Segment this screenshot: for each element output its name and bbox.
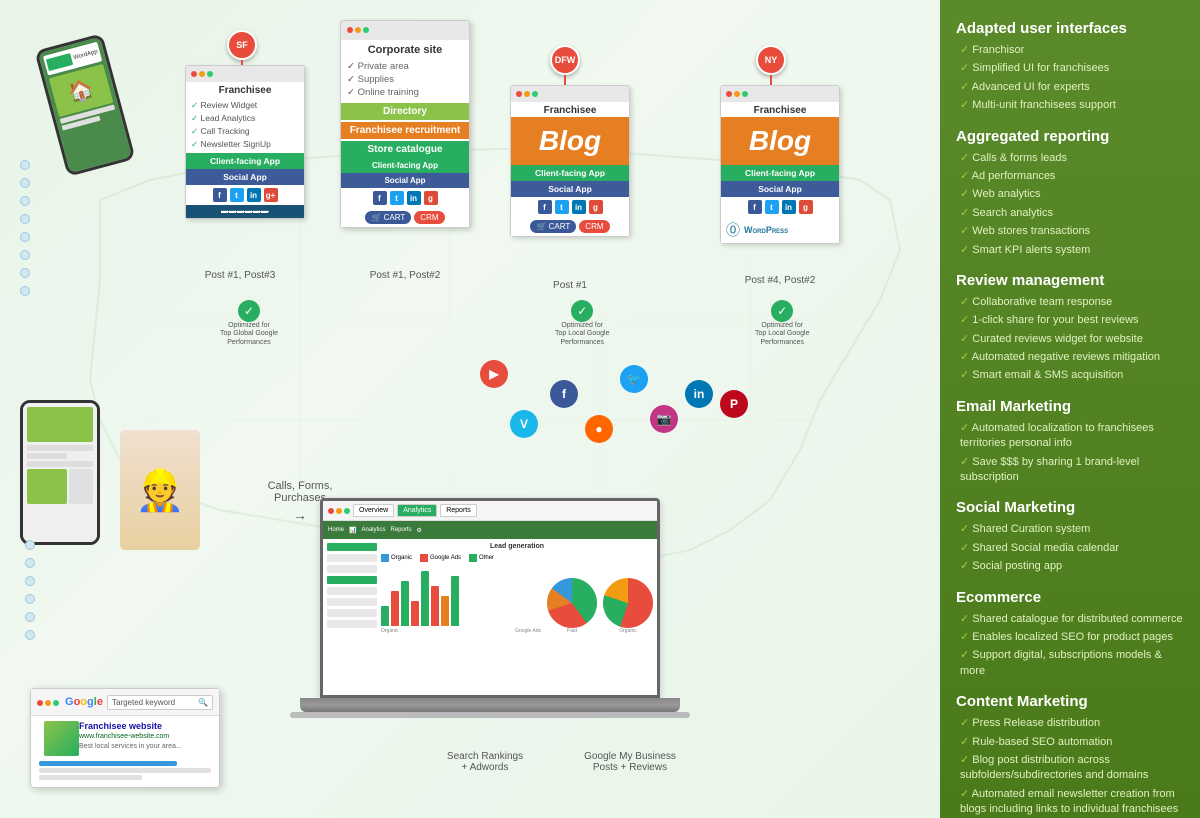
sidebar-item-kpi-alerts: Smart KPI alerts system xyxy=(956,243,1184,258)
twitter-icon: t xyxy=(230,188,244,202)
main-area: WordApp 🏠 xyxy=(0,0,940,818)
ny-franchisee-card: Franchisee Blog Client-facing App Social… xyxy=(720,85,840,244)
facebook-cluster-icon: f xyxy=(550,380,578,408)
phone-left-bottom xyxy=(20,400,100,545)
sf-post-label: Post #1, Post#3 xyxy=(185,270,295,281)
ny-pin: NY xyxy=(756,45,786,75)
corp-twitter-icon: t xyxy=(390,191,404,205)
sidebar-item-simplified-ui: Simplified UI for franchisees xyxy=(956,61,1184,76)
search-rankings-label: Search Rankings+ Adwords xyxy=(430,751,540,773)
sidebar-item-localized-seo: Enables localized SEO for product pages xyxy=(956,630,1184,645)
sidebar-item-calls-forms: Calls & forms leads xyxy=(956,151,1184,166)
sidebar-section-email-marketing: Email Marketing xyxy=(956,398,1184,415)
dfw-franchisee-card: Franchisee Blog Client-facing App Social… xyxy=(510,85,630,237)
ny-linkedin-icon: in xyxy=(782,200,796,214)
googleplus-icon: g+ xyxy=(264,188,278,202)
dots-decoration-left xyxy=(20,160,30,296)
laptop-nav: Home 📊 Analytics Reports ⚙ xyxy=(323,521,657,539)
sidebar-item-1click-share: 1-click share for your best reviews xyxy=(956,313,1184,328)
sidebar-item-ad-perf: Ad performances xyxy=(956,169,1184,184)
sidebar-item-search-analytics: Search analytics xyxy=(956,206,1184,221)
sidebar-item-collab-response: Collaborative team response xyxy=(956,295,1184,310)
sidebar-item-rule-based-seo: Rule-based SEO automation xyxy=(956,735,1184,750)
laptop: Overview Analytics Reports Home 📊 Analyt… xyxy=(320,498,690,718)
sidebar-section-social-marketing: Social Marketing xyxy=(956,499,1184,516)
youtube-icon: ▶ xyxy=(480,360,508,388)
linkedin-icon: in xyxy=(247,188,261,202)
facebook-icon: f xyxy=(213,188,227,202)
laptop-foot xyxy=(290,712,690,718)
dfw-facebook-icon: f xyxy=(538,200,552,214)
sidebar-item-curated-reviews: Curated reviews widget for website xyxy=(956,332,1184,347)
sidebar-item-web-stores: Web stores transactions xyxy=(956,224,1184,239)
dfw-twitter-icon: t xyxy=(555,200,569,214)
dots-decoration-bottom-left xyxy=(25,540,35,640)
sidebar-section-adapted-ui: Adapted user interfaces xyxy=(956,20,1184,37)
laptop-base xyxy=(300,698,680,712)
phone-left-top: WordApp 🏠 xyxy=(50,40,120,170)
laptop-screen: Overview Analytics Reports Home 📊 Analyt… xyxy=(320,498,660,698)
sidebar-item-auto-newsletter: Automated email newsletter creation from… xyxy=(956,787,1184,818)
corporate-card: Corporate site Private area Supplies Onl… xyxy=(340,20,470,228)
dfw-post-label: Post #1 xyxy=(530,280,610,291)
vimeo-icon: V xyxy=(510,410,538,438)
sidebar-item-social-calendar: Shared Social media calendar xyxy=(956,541,1184,556)
sf-franchisee-card: Franchisee Review Widget Lead Analytics … xyxy=(185,65,305,219)
ny-googleplus-icon: g xyxy=(799,200,813,214)
directory-button: Directory xyxy=(341,103,469,120)
dfw-crm-button: CRM xyxy=(579,220,609,233)
ny-twitter-icon: t xyxy=(765,200,779,214)
rss-icon: ● xyxy=(585,415,613,443)
corp-linkedin-icon: in xyxy=(407,191,421,205)
sidebar-item-social-posting: Social posting app xyxy=(956,559,1184,574)
google-my-business-label: Google My BusinessPosts + Reviews xyxy=(570,751,690,773)
sidebar-section-aggregated-reporting: Aggregated reporting xyxy=(956,128,1184,145)
sidebar-section-review-mgmt: Review management xyxy=(956,272,1184,289)
sidebar-item-save-subscription: Save $$$ by sharing 1 brand-level subscr… xyxy=(956,455,1184,486)
twitter-cluster-icon: 🐦 xyxy=(620,365,648,393)
instagram-cluster-icon: 📷 xyxy=(650,405,678,433)
dfw-pin: DFW xyxy=(550,45,580,75)
sidebar-item-digital-support: Support digital, subscriptions models & … xyxy=(956,648,1184,679)
sidebar-item-blog-distribution: Blog post distribution across subfolders… xyxy=(956,753,1184,784)
sidebar-item-sms-acquisition: Smart email & SMS acquisition xyxy=(956,368,1184,383)
store-catalogue-button: Store catalogue xyxy=(341,141,469,158)
worker-figure: 👷 xyxy=(120,430,200,550)
sidebar-section-ecommerce: Ecommerce xyxy=(956,589,1184,606)
laptop-chart-title: Lead generation xyxy=(381,543,653,550)
sidebar-item-press-release: Press Release distribution xyxy=(956,716,1184,731)
sidebar-item-multiunit: Multi-unit franchisees support xyxy=(956,98,1184,113)
sidebar-item-web-analytics: Web analytics xyxy=(956,187,1184,202)
linkedin-cluster-icon: in xyxy=(685,380,713,408)
wordpress-logo: ⓪ xyxy=(726,220,740,240)
google-search-field: Targeted keyword 🔍 xyxy=(107,695,213,710)
cart-button: 🛒 CART xyxy=(365,211,411,224)
sidebar-item-franchisor: Franchisor xyxy=(956,43,1184,58)
dfw-optimized-badge: ✓ Optimized forTop Local GooglePerforman… xyxy=(555,300,609,347)
dfw-linkedin-icon: in xyxy=(572,200,586,214)
corp-post-label: Post #1, Post#2 xyxy=(350,270,460,281)
dfw-cart-button: 🛒 CART xyxy=(530,220,576,233)
sidebar-item-auto-negative: Automated negative reviews mitigation xyxy=(956,350,1184,365)
sf-pin: SF xyxy=(227,30,257,60)
ny-optimized-badge: ✓ Optimized forTop Local GooglePerforman… xyxy=(755,300,809,347)
sidebar-item-shared-curation: Shared Curation system xyxy=(956,522,1184,537)
crm-button: CRM xyxy=(414,211,444,224)
sidebar-section-content-marketing: Content Marketing xyxy=(956,693,1184,710)
sidebar-item-shared-catalogue: Shared catalogue for distributed commerc… xyxy=(956,612,1184,627)
dfw-googleplus-icon: g xyxy=(589,200,603,214)
sidebar-item-advanced-ui: Advanced UI for experts xyxy=(956,80,1184,95)
google-card: Google Targeted keyword 🔍 Franchisee web… xyxy=(30,688,220,788)
corp-facebook-icon: f xyxy=(373,191,387,205)
pinterest-icon: P xyxy=(720,390,748,418)
franchisee-recruitment-button: Franchisee recruitment xyxy=(341,122,469,139)
ny-post-label: Post #4, Post#2 xyxy=(720,275,840,286)
ny-facebook-icon: f xyxy=(748,200,762,214)
sidebar-item-auto-localization: Automated localization to franchisees te… xyxy=(956,421,1184,452)
sidebar: Adapted user interfaces Franchisor Simpl… xyxy=(940,0,1200,818)
google-result-image xyxy=(44,721,79,756)
corp-googleplus-icon: g xyxy=(424,191,438,205)
sf-optimized-badge: ✓ Optimized forTop Global GooglePerforma… xyxy=(220,300,278,347)
